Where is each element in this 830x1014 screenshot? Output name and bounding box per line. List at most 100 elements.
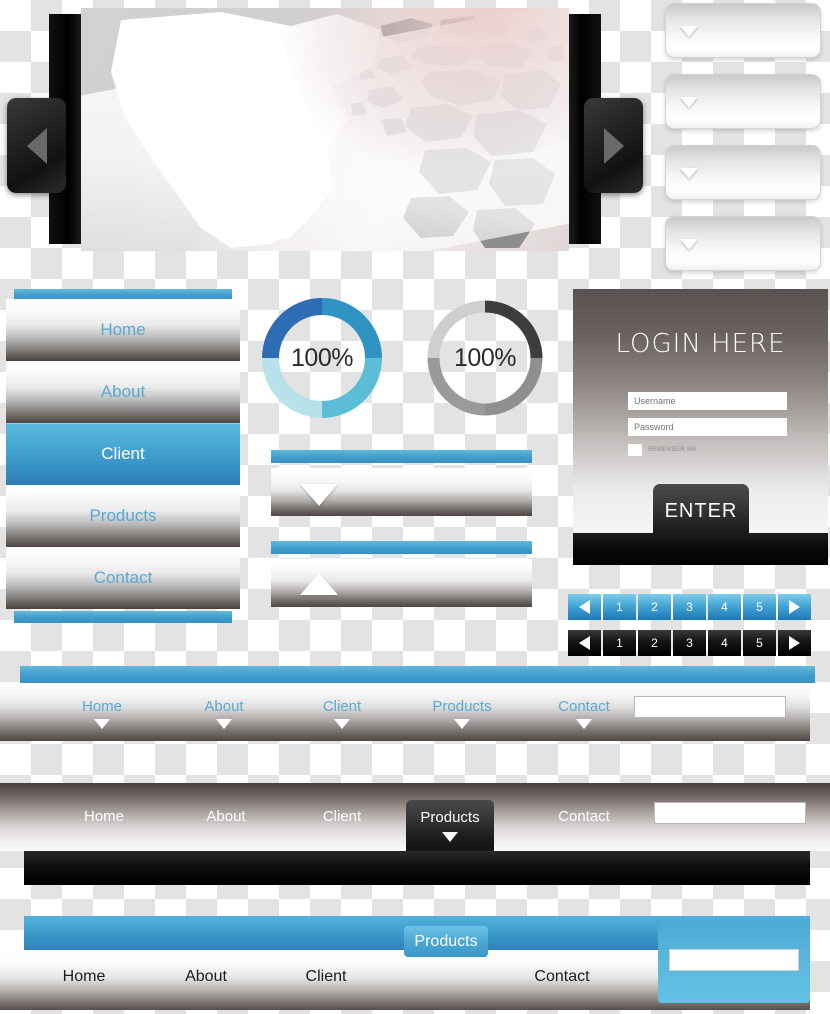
pagination-next-button[interactable] — [778, 594, 811, 620]
stack-card-3[interactable] — [665, 216, 821, 271]
pagination-page-button[interactable]: 4 — [708, 630, 741, 656]
pagination-page-button[interactable]: 3 — [673, 630, 706, 656]
remember-me-label: REMEMBER ME — [648, 447, 697, 453]
triangle-down-icon[interactable] — [300, 484, 338, 506]
login-panel: LOGIN HERE REMEMBER ME ENTER — [573, 289, 828, 542]
triangle-left-icon — [579, 600, 590, 614]
navbar2-link-home[interactable]: Home — [62, 808, 146, 825]
navbar3-link-home[interactable]: Home — [38, 968, 130, 986]
stack-card-1[interactable] — [665, 74, 821, 129]
pagination-prev-button[interactable] — [568, 594, 601, 620]
pagination-page-label: 1 — [616, 600, 623, 614]
navbar1-link-client[interactable]: Client — [300, 698, 384, 715]
pagination-page-button[interactable]: 5 — [743, 594, 776, 620]
accordion-2-body — [271, 559, 532, 607]
triangle-right-icon — [603, 127, 624, 164]
navbar3-search-input[interactable] — [669, 949, 799, 971]
accordion-expanded[interactable] — [271, 541, 532, 607]
banner-next-button[interactable] — [584, 98, 643, 193]
navbar1-link-home[interactable]: Home — [60, 698, 144, 715]
navbar2-link-contact[interactable]: Contact — [542, 808, 626, 825]
pagination-page-button[interactable]: 1 — [603, 594, 636, 620]
pagination-page-label: 2 — [651, 636, 658, 650]
pagination-prev-button[interactable] — [568, 630, 601, 656]
sidebar-accent-bottom — [14, 611, 232, 623]
triangle-down-icon — [216, 719, 232, 729]
navbar1-link-contact[interactable]: Contact — [542, 698, 626, 715]
navbar2-active-label: Products — [420, 809, 480, 826]
navbar2-link-client[interactable]: Client — [300, 808, 384, 825]
remember-me-row[interactable]: REMEMBER ME — [628, 444, 697, 456]
sidebar-item-label: About — [100, 382, 146, 401]
sidebar-item-label: Contact — [93, 568, 153, 587]
navbar1-search-input[interactable] — [634, 696, 786, 718]
login-footer-bar — [573, 533, 828, 565]
triangle-up-icon[interactable] — [300, 573, 338, 595]
navbar3-search-panel — [658, 921, 810, 1003]
donut-blue-value: 100% — [291, 343, 353, 372]
accordion-collapsed[interactable] — [271, 450, 532, 516]
accordion-2-header[interactable] — [271, 541, 532, 554]
password-field[interactable] — [628, 418, 787, 436]
pagination-page-label: 3 — [686, 636, 693, 650]
world-map-image — [81, 8, 569, 251]
sidebar-item-client[interactable]: Client — [6, 423, 240, 485]
pagination-next-button[interactable] — [778, 630, 811, 656]
login-title: LOGIN HERE — [615, 329, 786, 359]
pagination-page-button[interactable]: 2 — [638, 630, 671, 656]
navbar2-search-input[interactable] — [654, 802, 806, 824]
navbar3-link-client[interactable]: Client — [280, 968, 372, 986]
triangle-down-icon — [576, 719, 592, 729]
navbar2-active-tab[interactable]: Products — [406, 800, 494, 851]
pagination-page-button[interactable]: 4 — [708, 594, 741, 620]
donut-gray-value: 100% — [454, 343, 516, 372]
pagination-page-button[interactable]: 3 — [673, 594, 706, 620]
navbar-dark: Products Home About Client Contact — [0, 783, 830, 888]
remember-me-checkbox[interactable] — [628, 444, 642, 456]
sidebar-item-label: Client — [101, 444, 145, 463]
stack-card-2[interactable] — [665, 145, 821, 200]
navbar2-body: Products Home About Client Contact — [0, 783, 830, 851]
banner-prev-button[interactable] — [7, 98, 66, 193]
pagination-page-label: 1 — [616, 636, 623, 650]
username-field[interactable] — [628, 392, 787, 410]
sidebar-item-about[interactable]: About — [6, 361, 240, 423]
enter-button[interactable]: ENTER — [653, 484, 749, 539]
donut-chart-gray: 100% — [421, 296, 549, 420]
triangle-right-icon — [789, 636, 800, 650]
sidebar-item-home[interactable]: Home — [6, 299, 240, 361]
triangle-down-icon — [680, 168, 698, 179]
navbar2-link-about[interactable]: About — [184, 808, 268, 825]
triangle-down-icon — [454, 719, 470, 729]
sidebar-item-contact[interactable]: Contact — [6, 547, 240, 609]
sidebar-item-label: Home — [100, 320, 146, 339]
navbar-light-blue: Home About Client Products Contact — [0, 666, 815, 741]
pagination-page-label: 5 — [756, 600, 763, 614]
sidebar-item-label: Products — [89, 506, 157, 525]
stack-card-0[interactable] — [665, 3, 821, 58]
navbar-blue-white: Home About Client Contact Products — [0, 916, 810, 1010]
sidebar-item-products[interactable]: Products — [6, 485, 240, 547]
triangle-down-icon — [442, 832, 458, 842]
navbar1-link-about[interactable]: About — [182, 698, 266, 715]
sidebar-menu: Home About Client Products Contact — [6, 289, 240, 623]
navbar3-link-contact[interactable]: Contact — [516, 968, 608, 986]
pagination-page-button[interactable]: 5 — [743, 630, 776, 656]
pagination-page-button[interactable]: 1 — [603, 630, 636, 656]
donut-chart-blue: 100% — [258, 296, 386, 420]
accordion-1-header[interactable] — [271, 450, 532, 463]
pagination-page-label: 5 — [756, 636, 763, 650]
navbar1-link-products[interactable]: Products — [420, 698, 504, 715]
triangle-left-icon — [579, 636, 590, 650]
navbar3-active-tab[interactable]: Products — [404, 926, 488, 957]
navbar3-link-about[interactable]: About — [160, 968, 252, 986]
navbar1-accent-bar — [20, 666, 815, 683]
pagination-page-label: 4 — [721, 600, 728, 614]
triangle-right-icon — [789, 600, 800, 614]
triangle-down-icon — [94, 719, 110, 729]
triangle-left-icon — [26, 127, 47, 164]
pagination-page-button[interactable]: 2 — [638, 594, 671, 620]
accordion-1-body — [271, 468, 532, 516]
navbar1-body: Home About Client Products Contact — [0, 683, 810, 741]
card-stack — [665, 3, 821, 273]
